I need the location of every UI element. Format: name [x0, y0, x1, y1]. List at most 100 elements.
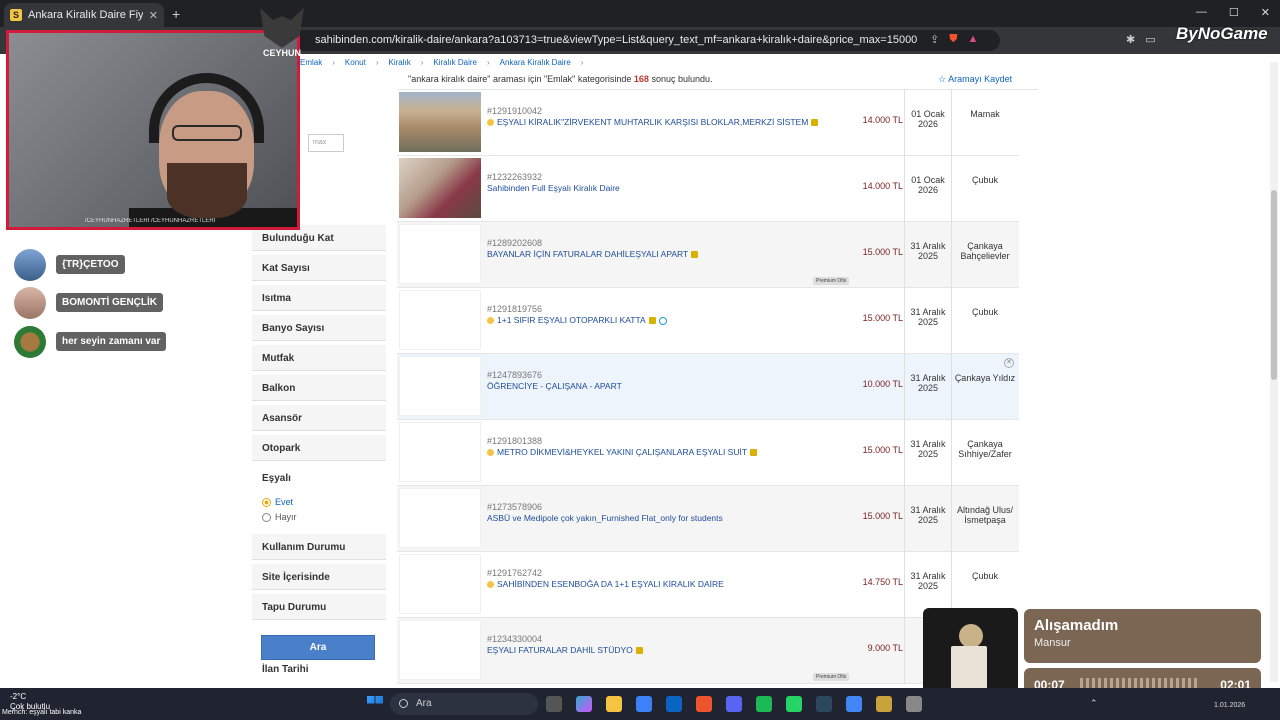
star-icon: ☆ — [938, 74, 947, 84]
system-tray-icon[interactable]: ⌃ — [1090, 698, 1098, 709]
table-row[interactable]: #1232263932 Sahibinden Full Eşyalı Kiral… — [397, 156, 1019, 222]
sidebar-icon[interactable]: ▭ — [1145, 33, 1155, 46]
listing-thumbnail[interactable] — [399, 92, 481, 152]
rewards-icon[interactable]: ▲ — [967, 33, 978, 46]
listing-title-text: ASBÜ ve Medipole çok yakın_Furnished Fla… — [487, 513, 723, 523]
listing-date: 31 Aralık 2025 — [910, 373, 946, 394]
scrollbar-thumb[interactable] — [1271, 190, 1277, 380]
listing-price: 15.000 TL — [862, 445, 903, 455]
listing-thumbnail[interactable] — [399, 620, 481, 680]
bynogame-logo: ByNoGame — [1176, 24, 1268, 43]
steam-icon[interactable] — [816, 696, 832, 712]
listing-thumbnail[interactable] — [399, 422, 481, 482]
filter-esyali[interactable]: Eşyalı — [252, 465, 386, 491]
filter-asansor[interactable]: Asansör — [252, 405, 386, 431]
filter-otopark[interactable]: Otopark — [252, 435, 386, 461]
listing-location: Çankaya Bahçelievler — [960, 241, 1010, 262]
listing-location: Çubuk — [971, 175, 998, 185]
store-icon[interactable] — [636, 696, 652, 712]
browser-tab[interactable]: S Ankara Kiralık Daire Fiyatları ve ✕ — [4, 3, 164, 27]
extensions-icon[interactable]: ✱ — [1126, 33, 1135, 46]
listing-date: 31 Aralık 2025 — [910, 241, 946, 262]
listing-title[interactable]: EŞYALI KİRALIK"ZİRVEKENT MUHTARLIK KARŞI… — [487, 117, 819, 127]
breadcrumb-item[interactable]: Ankara Kiralık Daire — [500, 58, 571, 67]
address-bar[interactable]: sahibinden.com/kiralik-daire/ankara?a103… — [290, 30, 1000, 51]
close-icon[interactable]: ✕ — [1004, 358, 1014, 368]
listing-title[interactable]: EŞYALI FATURALAR DAHİL STÜDYO — [487, 645, 643, 655]
listing-title[interactable]: SAHİBİNDEN ESENBOĞA DA 1+1 EŞYALI KİRALI… — [487, 579, 724, 589]
breadcrumb-item[interactable]: Kiralık Daire — [433, 58, 477, 67]
price-max-input[interactable]: max — [308, 134, 344, 152]
filter-mutfak[interactable]: Mutfak — [252, 345, 386, 371]
song-title: Alışamadım — [1034, 617, 1119, 634]
listing-table: #1291910042 EŞYALI KİRALIK"ZİRVEKENT MUH… — [397, 90, 1019, 688]
listing-thumbnail[interactable] — [399, 158, 481, 218]
listing-title[interactable]: ASBÜ ve Medipole çok yakın_Furnished Fla… — [487, 513, 723, 523]
listing-title[interactable]: METRO DİKMEVİ&HEYKEL YAKINI ÇALIŞANLARA … — [487, 447, 758, 457]
whatsapp-icon[interactable] — [786, 696, 802, 712]
listing-thumbnail[interactable] — [399, 488, 481, 548]
listing-title[interactable]: Sahibinden Full Eşyalı Kiralık Daire — [487, 183, 620, 193]
streamer-logo: CEYHUN — [258, 8, 306, 74]
table-row[interactable]: #1291819756 1+1 SIFIR EŞYALI OTOPARKLI K… — [397, 288, 1019, 354]
copilot-icon[interactable] — [576, 696, 592, 712]
minimize-icon[interactable]: — — [1196, 6, 1207, 19]
task-view-icon[interactable] — [546, 696, 562, 712]
page-scrollbar[interactable] — [1270, 62, 1278, 682]
listing-thumbnail[interactable] — [399, 356, 481, 416]
chrome-icon[interactable] — [846, 696, 862, 712]
filter-tapu-durumu[interactable]: Tapu Durumu — [252, 594, 386, 620]
filter-kullanim-durumu[interactable]: Kullanım Durumu — [252, 534, 386, 560]
app-icon[interactable] — [876, 696, 892, 712]
table-row[interactable]: #1291910042 EŞYALI KİRALIK"ZİRVEKENT MUH… — [397, 90, 1019, 156]
search-info-text: kategorisinde — [575, 74, 634, 84]
close-window-icon[interactable]: ✕ — [1261, 6, 1270, 19]
discord-icon[interactable] — [726, 696, 742, 712]
table-row[interactable]: #1291801388 METRO DİKMEVİ&HEYKEL YAKINI … — [397, 420, 1019, 486]
listing-title-text: Sahibinden Full Eşyalı Kiralık Daire — [487, 183, 620, 193]
listing-location: Çankaya Yıldız — [954, 373, 1016, 383]
table-row[interactable]: #1247893676 ÖĞRENCİYE - ÇALIŞANA - APART… — [397, 354, 1019, 420]
table-row[interactable]: #1273578906 ASBÜ ve Medipole çok yakın_F… — [397, 486, 1019, 552]
filter-site-icerisinde[interactable]: Site İçerisinde — [252, 564, 386, 590]
listing-title[interactable]: ÖĞRENCİYE - ÇALIŞANA - APART — [487, 381, 622, 391]
listing-title[interactable]: BAYANLAR İÇİN FATURALAR DAHİLEŞYALI APAR… — [487, 249, 699, 259]
listing-thumbnail[interactable] — [399, 554, 481, 614]
listing-thumbnail[interactable] — [399, 224, 481, 284]
taskbar-search[interactable]: Ara — [390, 693, 538, 715]
filter-ilan-tarihi[interactable]: İlan Tarihi — [262, 664, 309, 675]
windows-start-icon[interactable] — [367, 696, 383, 704]
listing-title-text: SAHİBİNDEN ESENBOĞA DA 1+1 EŞYALI KİRALI… — [497, 579, 724, 589]
save-search-link[interactable]: ☆ Aramayı Kaydet — [938, 74, 1012, 85]
radio-hayir[interactable]: Hayır — [262, 512, 297, 522]
search-info-text: araması için — [490, 74, 544, 84]
new-tab-button[interactable]: + — [172, 6, 180, 22]
listing-thumbnail[interactable] — [399, 290, 481, 350]
spotify-icon[interactable] — [756, 696, 772, 712]
table-row[interactable]: #1289202608 BAYANLAR İÇİN FATURALAR DAHİ… — [397, 222, 1019, 288]
breadcrumb-item[interactable]: Kiralık — [388, 58, 410, 67]
thumb-icon — [635, 647, 643, 655]
search-button[interactable]: Ara — [261, 635, 375, 660]
outlook-icon[interactable] — [666, 696, 682, 712]
listing-title[interactable]: 1+1 SIFIR EŞYALI OTOPARKLI KATTA — [487, 315, 667, 325]
column-divider — [951, 486, 952, 552]
file-explorer-icon[interactable] — [606, 696, 622, 712]
listing-id: #1291819756 — [487, 304, 543, 314]
radio-evet[interactable]: Evet — [262, 497, 293, 507]
filter-isitma[interactable]: Isıtma — [252, 285, 386, 311]
column-divider — [951, 222, 952, 288]
temperature: -2°C — [10, 692, 27, 701]
maximize-icon[interactable]: ☐ — [1229, 6, 1239, 19]
listing-location: Çubuk — [971, 307, 998, 317]
filter-banyo-sayisi[interactable]: Banyo Sayısı — [252, 315, 386, 341]
app-icon[interactable] — [906, 696, 922, 712]
brave-shield-icon[interactable]: ⛊ — [949, 33, 957, 46]
close-tab-icon[interactable]: ✕ — [149, 9, 158, 22]
filter-balkon[interactable]: Balkon — [252, 375, 386, 401]
listing-id: #1234330004 — [487, 634, 543, 644]
brave-icon[interactable] — [696, 696, 712, 712]
extension-icons: ✱ ▭ — [1126, 33, 1156, 46]
share-icon[interactable]: ⇪ — [930, 33, 939, 46]
filter-kat-sayisi[interactable]: Kat Sayısı — [252, 255, 386, 281]
